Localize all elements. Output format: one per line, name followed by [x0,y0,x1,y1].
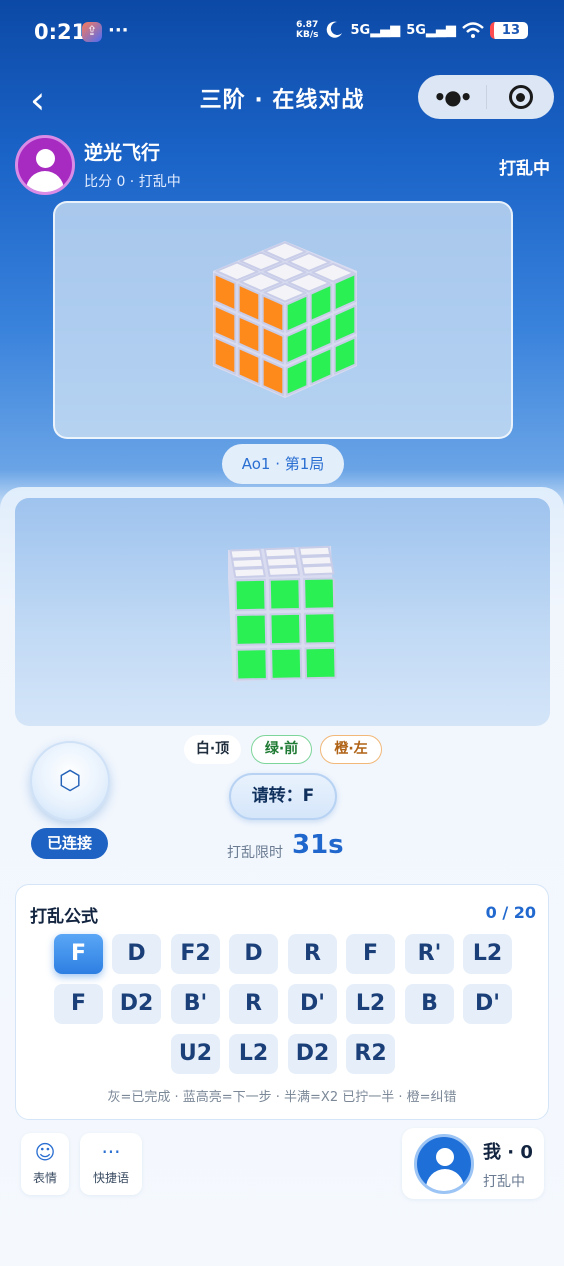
network-speed: 6.87 KB/s [296,20,318,40]
smile-icon: ☺ [34,1140,56,1164]
move-chip: D2 [112,984,161,1024]
move-chip: B [405,984,454,1024]
network-speed-value: 6.87 [296,20,319,30]
emoji-label: 表情 [32,1171,57,1185]
time-limit-label: 打乱限时 [227,845,283,861]
quick-phrase-button[interactable]: ··· 快捷语 [80,1133,142,1195]
dots-icon: ··· [101,1140,121,1164]
bluetooth-cube-button[interactable]: ⬡ [30,741,110,821]
opponent-avatar [15,135,75,195]
cube-sticker [303,577,336,610]
connection-status-badge: 已连接 [31,828,108,859]
time-limit-value: 31s [292,830,344,860]
cube-sticker [267,565,301,577]
move-chip: B' [171,984,220,1024]
my-status: 打乱中 [483,1174,525,1190]
my-cube-3d [228,545,337,682]
signal-label-2: 5G [406,22,426,38]
opponent-name: 逆光飞行 [84,142,161,164]
move-chip: R' [405,934,454,974]
cube-sticker [269,612,302,646]
move-chip: R2 [346,1034,395,1074]
emoji-button[interactable]: ☺ 表情 [21,1133,69,1195]
battery-icon: 13 [489,21,528,39]
move-row-1: F D F2 D R F R' L2 [54,934,512,974]
more-menu-button[interactable]: •●• [418,85,486,109]
opponent-cube-view [53,201,513,439]
move-chip: D2 [288,1034,337,1074]
round-badge: Ao1 · 第1局 [222,444,344,484]
status-indicators: 6.87 KB/s 5G▂▄▆ 5G▂▄▆ 13 [296,20,528,40]
move-chip: F [54,984,103,1024]
move-chip: U2 [171,1034,220,1074]
move-chip: D [112,934,161,974]
orientation-top-chip: 白·顶 [184,735,241,764]
move-row-2: F D2 B' R D' L2 B D' [54,984,512,1024]
wifi-icon [462,22,484,38]
target-icon [508,85,533,109]
network-speed-unit: KB/s [295,30,319,40]
cube-sticker [299,555,333,567]
app-notification-icon: ⇪ [82,22,102,42]
turn-prompt: 请转：F [229,773,337,820]
cube-sticker [265,556,299,568]
quick-phrase-label: 快捷语 [92,1171,129,1185]
move-chip: R [288,934,337,974]
my-avatar [414,1134,474,1194]
opponent-cube-3d [213,241,357,398]
scramble-legend: 灰=已完成 · 蓝高亮=下一步 · 半满=X2 已拧一半 · 橙=纠错 [107,1090,457,1105]
opponent-score: 比分 0 · 打乱中 [84,174,181,190]
opponent-status: 打乱中 [499,159,550,179]
move-chip: R [229,984,278,1024]
move-chip: D' [288,984,337,1024]
cube-sticker [231,557,265,569]
cube-sticker [268,578,301,611]
move-chip: L2 [229,1034,278,1074]
cube-sticker [235,613,268,646]
cube-sticker [298,545,332,557]
move-chip: L2 [463,934,512,974]
close-miniprogram-button[interactable] [487,85,554,109]
my-score: 我 · 0 [483,1142,533,1163]
status-time: 0:21 [34,20,87,44]
cube-sticker [235,648,268,681]
cube-sticker [263,547,297,559]
signal-icon-2: 5G▂▄▆ [406,22,456,38]
cube-sticker [229,548,263,560]
scramble-title: 打乱公式 [30,907,98,927]
move-row-3: U2 L2 D2 R2 [171,1034,395,1074]
cube-sticker [304,646,337,680]
cube-sticker [303,612,336,645]
orientation-front-chip: 绿·前 [251,735,312,764]
scramble-progress: 0 / 20 [485,903,536,922]
signal-icon-1: 5G▂▄▆ [350,22,401,38]
cube-sticker [301,564,335,576]
move-chip: L2 [346,984,395,1024]
my-cube-view[interactable] [15,498,550,726]
move-chip: D [229,934,278,974]
hexagon-icon: ⬡ [58,766,82,796]
move-chip: F [346,934,395,974]
status-more-icon: ··· [108,20,129,41]
signal-label-1: 5G [350,22,371,38]
move-chip: D' [463,984,512,1024]
cube-sticker [270,647,303,680]
move-chip: F [54,934,103,974]
miniprogram-capsule: •●• [418,75,554,119]
cube-sticker [232,567,266,579]
cube-sticker [234,578,267,612]
moon-icon [327,21,343,38]
orientation-left-chip: 橙·左 [320,735,382,764]
move-chip: F2 [171,934,220,974]
